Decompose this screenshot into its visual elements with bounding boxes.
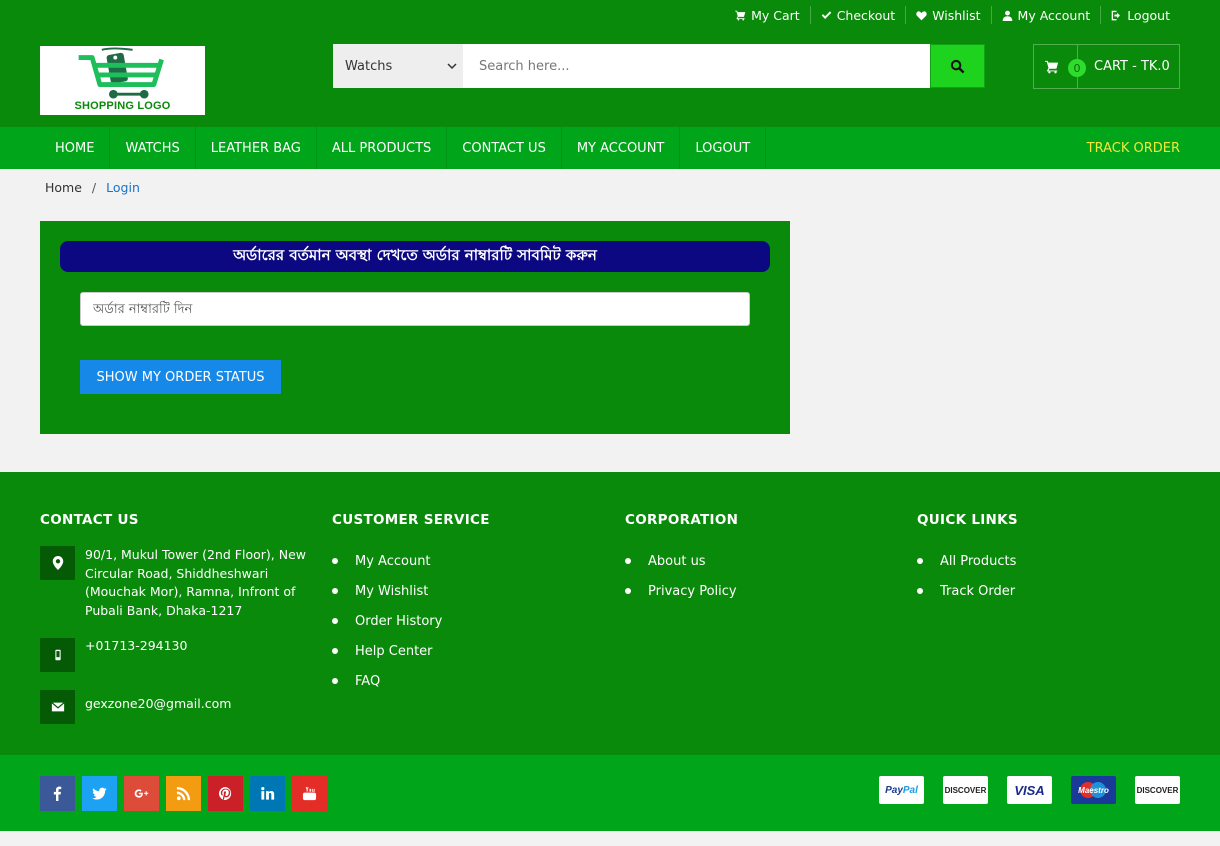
linkedin-icon[interactable] bbox=[250, 776, 285, 811]
maestro-card-icon: Maestro bbox=[1071, 776, 1116, 804]
nav-item-all-products[interactable]: ALL PRODUCTS bbox=[317, 127, 448, 169]
discover-card-icon: DISCOVER bbox=[943, 776, 988, 804]
top-link-label: My Account bbox=[1017, 7, 1091, 23]
site-footer: CONTACT US 90/1, Mukul Tower (2nd Floor)… bbox=[0, 472, 1220, 755]
cart-icon bbox=[1044, 60, 1058, 73]
header-cart-button[interactable]: 0 CART - TK.0 bbox=[1033, 44, 1180, 89]
contact-email-row: gexzone20@gmail.com bbox=[40, 690, 307, 724]
map-marker-icon bbox=[40, 546, 75, 580]
shopping-logo[interactable]: SHOPPING LOGO bbox=[40, 46, 205, 115]
shopping-cart-logo-icon bbox=[78, 47, 164, 99]
user-icon bbox=[1002, 10, 1012, 21]
footer-corporation-column: CORPORATION About us Privacy Policy bbox=[625, 512, 738, 606]
cart-count-badge: 0 bbox=[1068, 59, 1086, 77]
footer-contact-column: CONTACT US 90/1, Mukul Tower (2nd Floor)… bbox=[40, 512, 307, 742]
paypal-card-icon: Pay Pal bbox=[879, 776, 924, 804]
category-selected-value: Watchs bbox=[345, 58, 393, 74]
top-link-label: Logout bbox=[1127, 7, 1170, 23]
track-order-title: অর্ডারের বর্তমান অবস্থা দেখতে অর্ডার নাম… bbox=[60, 241, 770, 272]
check-icon bbox=[821, 10, 832, 19]
envelope-icon bbox=[40, 690, 75, 724]
customer-service-links: My Account My Wishlist Order History Hel… bbox=[332, 546, 490, 696]
cart-icon-box: 0 bbox=[1034, 45, 1086, 88]
google-plus-icon[interactable] bbox=[124, 776, 159, 811]
footer-link-about-us[interactable]: About us bbox=[625, 546, 738, 576]
nav-item-home[interactable]: HOME bbox=[40, 127, 111, 169]
pinterest-icon[interactable] bbox=[208, 776, 243, 811]
contact-phone-row: +01713-294130 bbox=[40, 638, 307, 672]
footer-customer-service-column: CUSTOMER SERVICE My Account My Wishlist … bbox=[332, 512, 490, 696]
contact-email[interactable]: gexzone20@gmail.com bbox=[85, 695, 307, 714]
track-order-panel: অর্ডারের বর্তমান অবস্থা দেখতে অর্ডার নাম… bbox=[40, 221, 790, 434]
footer-link-all-products[interactable]: All Products bbox=[917, 546, 1018, 576]
cart-icon bbox=[735, 10, 746, 21]
category-select[interactable]: Watchs bbox=[333, 44, 463, 88]
footer-link-my-wishlist[interactable]: My Wishlist bbox=[332, 576, 490, 606]
top-link-logout[interactable]: Logout bbox=[1100, 6, 1180, 24]
footer-heading-quick-links: QUICK LINKS bbox=[917, 512, 1018, 528]
nav-item-leather-bag[interactable]: LEATHER BAG bbox=[196, 127, 317, 169]
breadcrumb-home[interactable]: Home bbox=[45, 180, 82, 195]
twitter-icon[interactable] bbox=[82, 776, 117, 811]
footer-heading-customer-service: CUSTOMER SERVICE bbox=[332, 512, 490, 528]
footer-link-faq[interactable]: FAQ bbox=[332, 666, 490, 696]
footer-link-my-account[interactable]: My Account bbox=[332, 546, 490, 576]
chevron-down-icon bbox=[447, 63, 457, 70]
rss-icon[interactable] bbox=[166, 776, 201, 811]
heart-icon bbox=[916, 10, 927, 20]
breadcrumb: Home / Login bbox=[45, 180, 140, 195]
cart-total-label: CART - TK.0 bbox=[1094, 59, 1170, 74]
discover-card-icon-2: DISCOVER bbox=[1135, 776, 1180, 804]
footer-link-privacy-policy[interactable]: Privacy Policy bbox=[625, 576, 738, 606]
footer-heading-corporation: CORPORATION bbox=[625, 512, 739, 528]
site-header: My Cart Checkout Wishlist My Account Log… bbox=[0, 0, 1220, 127]
top-link-label: Checkout bbox=[836, 7, 896, 23]
logo-text: SHOPPING LOGO bbox=[74, 100, 171, 112]
top-link-label: Wishlist bbox=[932, 7, 981, 23]
youtube-icon[interactable] bbox=[292, 776, 327, 811]
visa-card-icon: VISA bbox=[1007, 776, 1052, 804]
search-button[interactable] bbox=[930, 44, 985, 88]
contact-phone[interactable]: +01713-294130 bbox=[85, 637, 307, 656]
page-bottom-strip bbox=[0, 831, 1220, 846]
top-links-bar: My Cart Checkout Wishlist My Account Log… bbox=[725, 5, 1180, 25]
contact-address: 90/1, Mukul Tower (2nd Floor), New Circu… bbox=[85, 547, 306, 618]
footer-heading-contact: CONTACT US bbox=[40, 512, 139, 528]
top-link-label: My Cart bbox=[751, 7, 800, 23]
breadcrumb-current[interactable]: Login bbox=[106, 180, 140, 195]
top-link-my-cart[interactable]: My Cart bbox=[725, 6, 810, 24]
footer-link-help-center[interactable]: Help Center bbox=[332, 636, 490, 666]
footer-link-order-history[interactable]: Order History bbox=[332, 606, 490, 636]
quick-links: All Products Track Order bbox=[917, 546, 1018, 606]
search-input[interactable] bbox=[463, 44, 930, 88]
maestro-label: Maestro bbox=[1078, 785, 1109, 795]
footer-quick-links-column: QUICK LINKS All Products Track Order bbox=[917, 512, 1018, 606]
top-link-checkout[interactable]: Checkout bbox=[809, 6, 905, 24]
search-bar: Watchs bbox=[333, 44, 985, 88]
search-icon bbox=[950, 59, 965, 73]
top-link-wishlist[interactable]: Wishlist bbox=[905, 6, 990, 24]
nav-item-watchs[interactable]: WATCHS bbox=[110, 127, 196, 169]
footer-bottom-bar: Pay Pal DISCOVER VISA Maestro DISCOVER bbox=[0, 755, 1220, 831]
corporation-links: About us Privacy Policy bbox=[625, 546, 738, 606]
footer-link-track-order[interactable]: Track Order bbox=[917, 576, 1018, 606]
nav-item-logout[interactable]: LOGOUT bbox=[680, 127, 767, 169]
breadcrumb-separator: / bbox=[91, 180, 97, 195]
top-link-my-account[interactable]: My Account bbox=[990, 6, 1101, 24]
main-nav: HOME WATCHS LEATHER BAG ALL PRODUCTS CON… bbox=[0, 127, 1220, 169]
nav-item-my-account[interactable]: MY ACCOUNT bbox=[562, 127, 681, 169]
contact-address-row: 90/1, Mukul Tower (2nd Floor), New Circu… bbox=[40, 546, 307, 620]
social-links bbox=[40, 776, 334, 811]
mobile-phone-icon bbox=[40, 638, 75, 672]
logout-icon bbox=[1111, 10, 1121, 20]
nav-track-order[interactable]: TRACK ORDER bbox=[1087, 127, 1180, 169]
nav-list: HOME WATCHS LEATHER BAG ALL PRODUCTS CON… bbox=[40, 127, 767, 169]
show-order-status-button[interactable]: SHOW MY ORDER STATUS bbox=[80, 360, 281, 394]
order-number-input[interactable] bbox=[80, 292, 750, 326]
payment-methods: Pay Pal DISCOVER VISA Maestro DISCOVER bbox=[879, 776, 1180, 804]
facebook-icon[interactable] bbox=[40, 776, 75, 811]
nav-item-contact-us[interactable]: CONTACT US bbox=[447, 127, 562, 169]
